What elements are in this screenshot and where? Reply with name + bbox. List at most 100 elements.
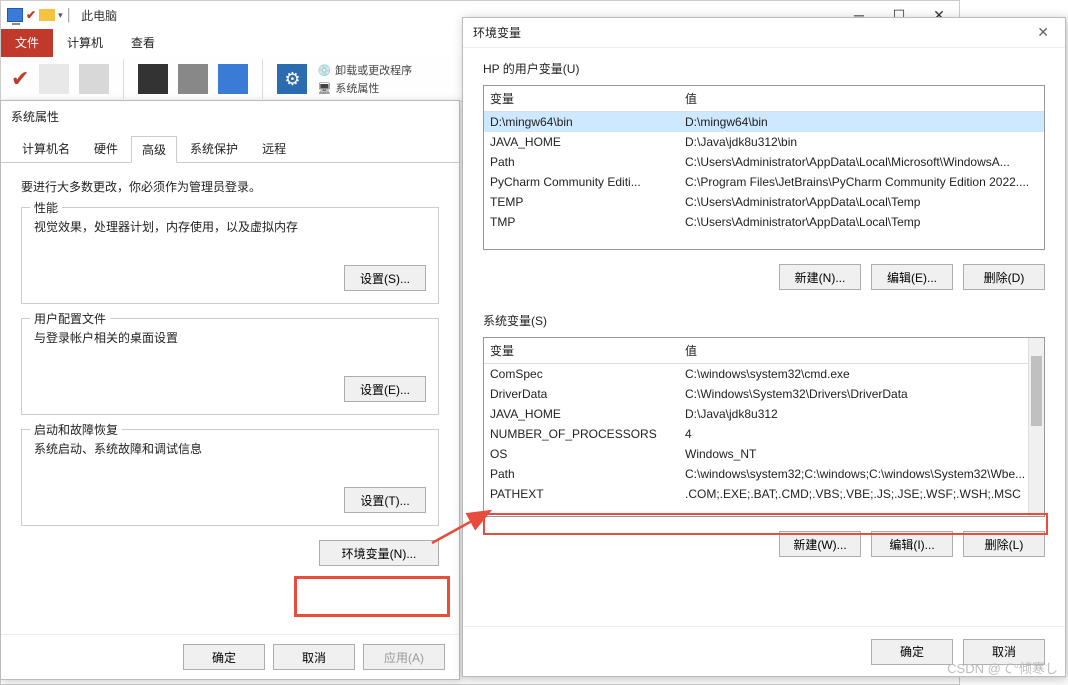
sys-col-var[interactable]: 变量	[484, 338, 679, 364]
var-name: Path	[484, 464, 679, 484]
system-properties-dialog: 系统属性 计算机名 硬件 高级 系统保护 远程 要进行大多数更改，你必须作为管理…	[0, 100, 460, 680]
table-row[interactable]: DriverDataC:\Windows\System32\Drivers\Dr…	[484, 384, 1044, 404]
perf-group: 性能 视觉效果，处理器计划，内存使用，以及虚拟内存 设置(S)...	[21, 207, 439, 304]
check-icon[interactable]: ✔	[26, 8, 36, 22]
ribbon-icon-1[interactable]: ✔	[11, 66, 29, 92]
table-row[interactable]: NUMBER_OF_PROCESSORS4	[484, 424, 1044, 444]
var-value: C:\Users\Administrator\AppData\Local\Tem…	[679, 192, 1044, 212]
tab-remote[interactable]: 远程	[251, 135, 297, 162]
table-row[interactable]: PathC:\windows\system32;C:\windows;C:\wi…	[484, 464, 1044, 484]
envdlg-close-button[interactable]: ✕	[1031, 24, 1055, 41]
profile-legend: 用户配置文件	[30, 310, 110, 327]
gear-icon[interactable]: ⚙	[277, 64, 307, 94]
var-name: JAVA_HOME	[484, 132, 679, 152]
sysprops-ok-button[interactable]: 确定	[183, 644, 265, 670]
var-value: Windows_NT	[679, 444, 1044, 464]
var-name: DriverData	[484, 384, 679, 404]
startup-settings-button[interactable]: 设置(T)...	[344, 487, 426, 513]
envdlg-ok-button[interactable]: 确定	[871, 639, 953, 665]
admin-note: 要进行大多数更改，你必须作为管理员登录。	[21, 178, 439, 195]
profile-desc: 与登录帐户相关的桌面设置	[34, 329, 426, 346]
var-name: TEMP	[484, 192, 679, 212]
table-row[interactable]: OSWindows_NT	[484, 444, 1044, 464]
tab-computer-name[interactable]: 计算机名	[11, 135, 81, 162]
var-value: D:\mingw64\bin	[679, 112, 1044, 133]
sysprops-title: 系统属性	[1, 101, 459, 131]
ribbon-uninstall[interactable]: 卸载或更改程序	[335, 62, 412, 78]
user-delete-button[interactable]: 删除(D)	[963, 264, 1045, 290]
user-vars-label: HP 的用户变量(U)	[483, 60, 1045, 77]
perf-legend: 性能	[30, 199, 62, 216]
sys-scrollbar[interactable]	[1028, 338, 1044, 516]
profile-settings-button[interactable]: 设置(E)...	[344, 376, 426, 402]
user-edit-button[interactable]: 编辑(E)...	[871, 264, 953, 290]
var-name: D:\mingw64\bin	[484, 112, 679, 133]
table-row[interactable]: D:\mingw64\binD:\mingw64\bin	[484, 112, 1044, 133]
sysprops-tabs: 计算机名 硬件 高级 系统保护 远程	[1, 131, 459, 163]
sys-vars-table[interactable]: 变量 值 ComSpecC:\windows\system32\cmd.exeD…	[483, 337, 1045, 517]
var-value: C:\windows\system32;C:\windows;C:\window…	[679, 464, 1044, 484]
tab-file[interactable]: 文件	[1, 29, 53, 57]
table-row[interactable]: PathC:\Users\Administrator\AppData\Local…	[484, 152, 1044, 172]
sysprops-apply-button[interactable]: 应用(A)	[363, 644, 445, 670]
ribbon-icon-4[interactable]	[138, 64, 168, 94]
table-row[interactable]: TEMPC:\Users\Administrator\AppData\Local…	[484, 192, 1044, 212]
var-name: Path	[484, 152, 679, 172]
table-row[interactable]: ComSpecC:\windows\system32\cmd.exe	[484, 364, 1044, 385]
sysprops-cancel-button[interactable]: 取消	[273, 644, 355, 670]
cd-icon: 💿	[317, 64, 331, 77]
user-col-val[interactable]: 值	[679, 86, 1044, 112]
table-row[interactable]: TMPC:\Users\Administrator\AppData\Local\…	[484, 212, 1044, 232]
ribbon-sysprops[interactable]: 系统属性	[335, 80, 379, 96]
tab-view[interactable]: 查看	[117, 29, 169, 57]
explorer-title: 此电脑	[81, 7, 117, 24]
table-row[interactable]: PyCharm Community Editi...C:\Program Fil…	[484, 172, 1044, 192]
titlebar-sep: │	[66, 8, 74, 22]
ribbon-icon-5[interactable]	[178, 64, 208, 94]
ribbon-icon-2[interactable]	[39, 64, 69, 94]
var-name: OS	[484, 444, 679, 464]
ribbon-icon-3[interactable]	[79, 64, 109, 94]
folder-icon[interactable]	[39, 9, 55, 21]
env-vars-dialog: 环境变量 ✕ HP 的用户变量(U) 变量 值 D:\mingw64\binD:…	[462, 17, 1066, 677]
user-new-button[interactable]: 新建(N)...	[779, 264, 861, 290]
table-row[interactable]: PATHEXT.COM;.EXE;.BAT;.CMD;.VBS;.VBE;.JS…	[484, 484, 1044, 504]
tab-computer[interactable]: 计算机	[53, 29, 117, 57]
user-vars-table[interactable]: 变量 值 D:\mingw64\binD:\mingw64\binJAVA_HO…	[483, 85, 1045, 250]
sys-col-val[interactable]: 值	[679, 338, 1044, 364]
table-row[interactable]: JAVA_HOMED:\Java\jdk8u312\bin	[484, 132, 1044, 152]
dropdown-icon[interactable]: ▾	[58, 10, 63, 21]
var-value: C:\Users\Administrator\AppData\Local\Tem…	[679, 212, 1044, 232]
sys-delete-button[interactable]: 删除(L)	[963, 531, 1045, 557]
perf-desc: 视觉效果，处理器计划，内存使用，以及虚拟内存	[34, 218, 426, 235]
var-value: C:\windows\system32\cmd.exe	[679, 364, 1044, 385]
profile-group: 用户配置文件 与登录帐户相关的桌面设置 设置(E)...	[21, 318, 439, 415]
sysprops-footer: 确定 取消 应用(A)	[1, 634, 459, 679]
var-name: NUMBER_OF_PROCESSORS	[484, 424, 679, 444]
sys-vars-label: 系统变量(S)	[483, 312, 1045, 329]
env-vars-button[interactable]: 环境变量(N)...	[319, 540, 439, 566]
startup-group: 启动和故障恢复 系统启动、系统故障和调试信息 设置(T)...	[21, 429, 439, 526]
highlight-env-button	[294, 576, 450, 617]
ribbon-sep-2	[262, 59, 263, 99]
tab-advanced[interactable]: 高级	[131, 136, 177, 163]
tab-system-protect[interactable]: 系统保护	[179, 135, 249, 162]
tab-hardware[interactable]: 硬件	[83, 135, 129, 162]
startup-legend: 启动和故障恢复	[30, 421, 122, 438]
var-name: PATHEXT	[484, 484, 679, 504]
user-col-var[interactable]: 变量	[484, 86, 679, 112]
perf-settings-button[interactable]: 设置(S)...	[344, 265, 426, 291]
table-row[interactable]: JAVA_HOMED:\Java\jdk8u312	[484, 404, 1044, 424]
var-value: C:\Program Files\JetBrains\PyCharm Commu…	[679, 172, 1044, 192]
var-value: .COM;.EXE;.BAT;.CMD;.VBS;.VBE;.JS;.JSE;.…	[679, 484, 1044, 504]
var-value: C:\Windows\System32\Drivers\DriverData	[679, 384, 1044, 404]
var-value: C:\Users\Administrator\AppData\Local\Mic…	[679, 152, 1044, 172]
ribbon-icon-6[interactable]	[218, 64, 248, 94]
sys-new-button[interactable]: 新建(W)...	[779, 531, 861, 557]
sys-edit-button[interactable]: 编辑(I)...	[871, 531, 953, 557]
sys-icon: 🖥	[317, 82, 331, 95]
var-name: ComSpec	[484, 364, 679, 385]
var-value: 4	[679, 424, 1044, 444]
var-value: D:\Java\jdk8u312	[679, 404, 1044, 424]
pc-icon	[7, 8, 23, 22]
